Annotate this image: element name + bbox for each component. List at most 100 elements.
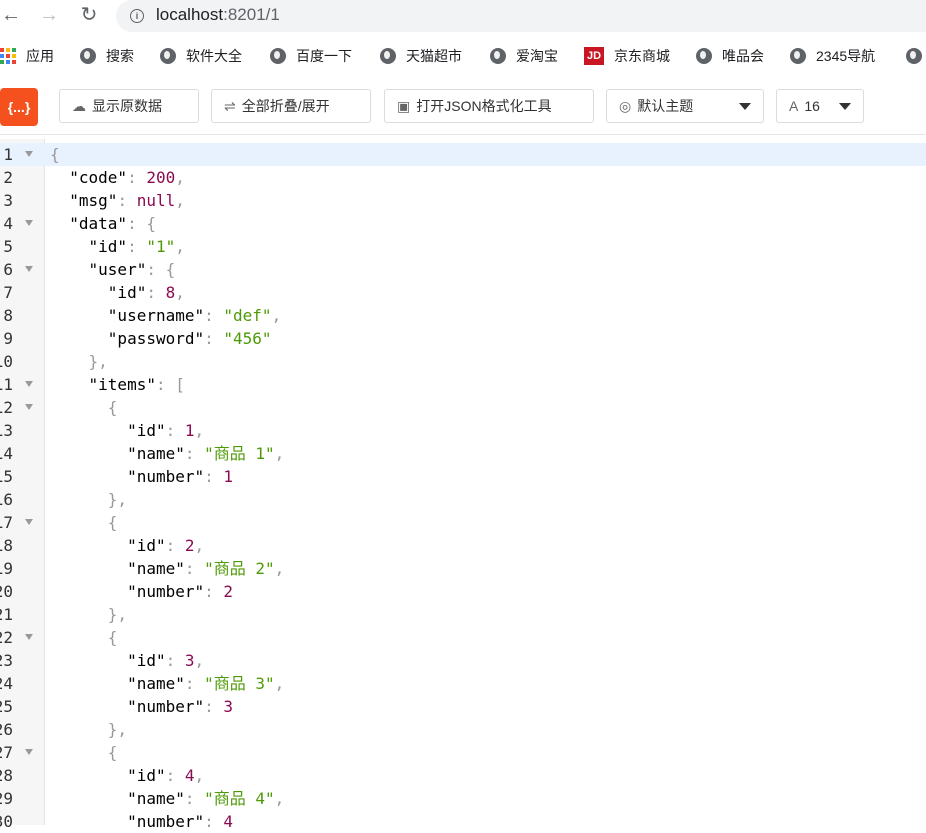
code-token: "number" <box>127 582 205 601</box>
code-line: 15 "number": 1 <box>0 465 926 488</box>
code-token: "number" <box>127 467 205 486</box>
code-line: 24 "name": "商品 3", <box>0 672 926 695</box>
code-content: "name": "商品 4", <box>50 787 284 810</box>
code-token: , <box>175 168 185 187</box>
code-content: "id": 1, <box>50 419 204 442</box>
code-token: : <box>127 168 147 187</box>
globe-icon <box>906 48 922 64</box>
line-number: 19 <box>0 559 13 578</box>
line-number: 26 <box>0 720 13 739</box>
bookmark-vip[interactable]: 唯品会 <box>696 46 764 66</box>
code-token: "id" <box>127 536 166 555</box>
code-token: 1 <box>223 467 234 486</box>
code-token: , <box>274 789 285 808</box>
code-token: { <box>107 513 118 532</box>
line-number: 9 <box>3 329 13 348</box>
code-line: 20 "number": 2 <box>0 580 926 603</box>
code-token: 1 <box>184 421 195 440</box>
theme-select[interactable]: ◎ 默认主题 <box>606 89 764 123</box>
code-token: : <box>165 421 185 440</box>
code-token: , <box>175 283 185 302</box>
bookmark-jd[interactable]: JD 京东商城 <box>584 46 670 66</box>
code-token: : [ <box>155 375 185 394</box>
code-token: "number" <box>127 697 205 716</box>
line-number: 20 <box>0 582 13 601</box>
code-content: { <box>50 143 60 166</box>
chevron-down-icon <box>839 103 851 110</box>
fold-all-button[interactable]: ⇌ 全部折叠/展开 <box>211 89 371 123</box>
code-token: "number" <box>127 812 205 831</box>
code-content: "name": "商品 1", <box>50 442 284 465</box>
fold-toggle-icon[interactable] <box>25 519 33 525</box>
open-json-tool-button[interactable]: ▣ 打开JSON格式化工具 <box>384 89 594 123</box>
code-line: 6 "user": { <box>0 258 926 281</box>
code-content: "data": { <box>50 212 156 235</box>
code-content: }, <box>50 603 127 626</box>
code-token: "name" <box>127 444 185 463</box>
code-token: , <box>271 306 282 325</box>
bookmark-software[interactable]: 软件大全 <box>160 46 242 66</box>
forward-arrow-icon[interactable]: → <box>38 4 60 26</box>
code-token: : <box>165 651 185 670</box>
code-token: , <box>194 651 205 670</box>
bookmark-apps[interactable]: 应用 <box>0 46 54 66</box>
line-number: 2 <box>3 168 13 187</box>
line-number: 5 <box>3 237 13 256</box>
site-info-icon[interactable]: i <box>130 9 144 23</box>
bookmark-2345[interactable]: 2345导航 <box>790 46 875 66</box>
line-number: 23 <box>0 651 13 670</box>
url-text[interactable]: localhost:8201/1 <box>156 5 280 25</box>
bookmark-label: 软件大全 <box>186 48 242 64</box>
fold-toggle-icon[interactable] <box>25 634 33 640</box>
code-token: null <box>136 191 176 210</box>
reload-icon[interactable]: ↻ <box>78 4 100 26</box>
code-line: 5 "id": "1", <box>0 235 926 258</box>
line-number: 17 <box>0 513 13 532</box>
bookmark-baidu[interactable]: 百度一下 <box>270 46 352 66</box>
code-token: "商品 2" <box>204 559 275 578</box>
line-number: 14 <box>0 444 13 463</box>
fold-toggle-icon[interactable] <box>25 381 33 387</box>
code-token: , <box>274 559 285 578</box>
json-viewer-logo[interactable]: {...} <box>0 88 38 126</box>
fold-toggle-icon[interactable] <box>25 749 33 755</box>
url-host: localhost <box>156 5 224 24</box>
code-token: "id" <box>107 283 147 302</box>
code-line: 28 "id": 4, <box>0 764 926 787</box>
line-number: 25 <box>0 697 13 716</box>
code-token: { <box>107 628 118 647</box>
bookmark-tmall[interactable]: 天猫超市 <box>380 46 462 66</box>
back-arrow-icon[interactable]: ← <box>0 4 22 26</box>
line-number: 3 <box>3 191 13 210</box>
font-size-select[interactable]: A 16 <box>776 89 864 123</box>
code-token: 3 <box>223 697 234 716</box>
bookmark-more[interactable] <box>906 46 926 66</box>
code-content: { <box>50 396 118 419</box>
bookmark-search[interactable]: 搜索 <box>80 46 134 66</box>
fold-toggle-icon[interactable] <box>25 151 33 157</box>
code-line: 13 "id": 1, <box>0 419 926 442</box>
bookmark-label: 唯品会 <box>722 48 764 64</box>
code-token: }, <box>88 352 108 371</box>
line-number: 22 <box>0 628 13 647</box>
show-raw-button[interactable]: ☁ 显示原数据 <box>59 89 199 123</box>
line-number: 7 <box>3 283 13 302</box>
code-line: 14 "name": "商品 1", <box>0 442 926 465</box>
code-token: , <box>175 237 185 256</box>
fold-toggle-icon[interactable] <box>25 404 33 410</box>
bookmark-aitaobao[interactable]: 爱淘宝 <box>490 46 558 66</box>
code-content: "name": "商品 3", <box>50 672 284 695</box>
json-file-icon: ▣ <box>397 97 411 114</box>
line-number: 4 <box>3 214 13 233</box>
url-omnibox[interactable]: i localhost:8201/1 <box>116 0 926 32</box>
fold-toggle-icon[interactable] <box>25 220 33 226</box>
code-content: }, <box>50 350 108 373</box>
json-code-editor[interactable]: 1{2 "code": 200, 3 "msg": null, 4 "data": … <box>0 139 926 831</box>
fold-toggle-icon[interactable] <box>25 266 33 272</box>
